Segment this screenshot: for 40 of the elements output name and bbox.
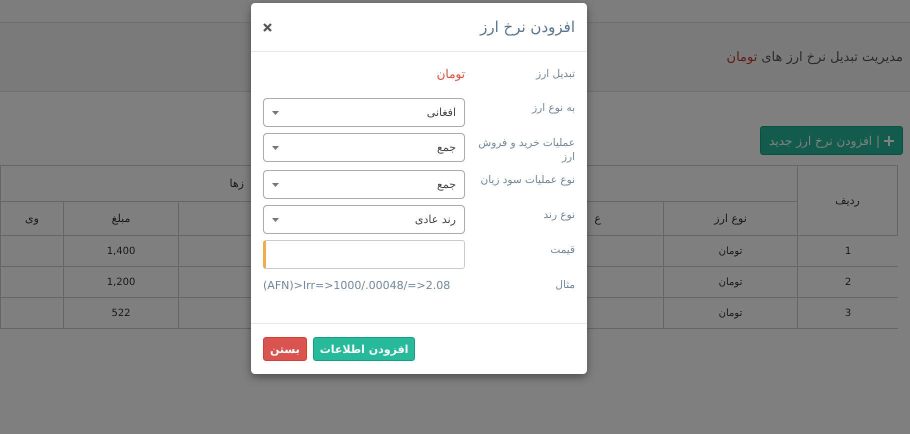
example-text: (AFN)>Irr=>1000/.00048/=>2.08 xyxy=(263,278,452,292)
table-cell: 1,200 xyxy=(63,267,178,298)
plus-icon xyxy=(884,136,894,146)
select-field[interactable]: رند عادی xyxy=(263,205,465,234)
table-cell: 3 xyxy=(797,298,898,329)
table-cell xyxy=(0,267,63,298)
table-cell: 522 xyxy=(63,298,178,329)
table-cell xyxy=(0,298,63,329)
field-label: نوع رند xyxy=(542,208,575,222)
table-cell: تومان xyxy=(663,236,797,267)
field-label: قیمت xyxy=(549,243,575,257)
column-header: مبلغ xyxy=(63,202,178,236)
select-field[interactable]: افغانی xyxy=(263,98,465,127)
field-label: به نوع ارز xyxy=(530,101,575,115)
page-title-highlight: تومان xyxy=(726,50,758,64)
field-label: مثال xyxy=(554,278,575,292)
column-header: ردیف xyxy=(797,166,898,236)
caret-icon xyxy=(272,110,279,114)
field-value: تومان xyxy=(436,66,465,81)
field-label: تبدیل ارز xyxy=(534,67,575,81)
table-cell: تومان xyxy=(663,298,797,329)
table-cell: 2 xyxy=(797,267,898,298)
close-icon[interactable] xyxy=(263,22,272,32)
column-header: وی xyxy=(0,202,63,236)
page-title: مدیریت تبدیل نرخ ارز های xyxy=(761,50,903,64)
close-button[interactable]: بستن xyxy=(263,337,307,361)
caret-icon xyxy=(272,218,279,222)
table-cell: 1,400 xyxy=(63,236,178,267)
select-field[interactable]: جمع xyxy=(263,133,465,162)
select-field[interactable]: جمع xyxy=(263,170,465,199)
field-label: نوع عملیات سود زیان xyxy=(480,173,575,187)
caret-icon xyxy=(272,182,279,186)
price-input-field[interactable] xyxy=(263,240,465,269)
table-cell: تومان xyxy=(663,267,797,298)
field-label: عملیات خرید و فروش ارز xyxy=(477,136,575,164)
table-cell: 1 xyxy=(797,236,898,267)
table-cell xyxy=(0,236,63,267)
dialog-title: افزودن نرخ ارز xyxy=(480,18,575,36)
caret-icon xyxy=(272,146,279,150)
column-header: نوع ارز xyxy=(663,202,797,236)
